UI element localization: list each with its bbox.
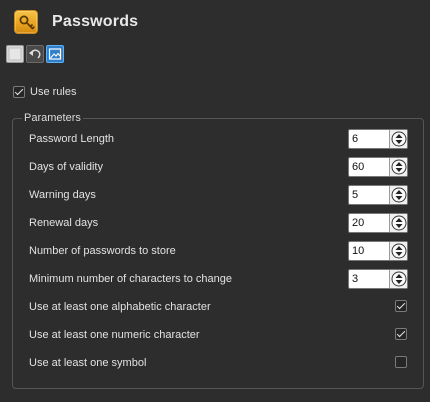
alphabetic-label: Use at least one alphabetic character <box>29 301 211 313</box>
numeric-row: Use at least one numeric character <box>29 325 419 345</box>
renewal-days-row: Renewal days 20 <box>29 213 419 233</box>
password-length-label: Password Length <box>29 133 114 145</box>
use-rules-checkbox-row[interactable]: Use rules <box>13 86 76 98</box>
renewal-days-value[interactable]: 20 <box>352 217 364 229</box>
spin-arrows-icon[interactable] <box>389 130 407 148</box>
spin-arrows-icon[interactable] <box>389 242 407 260</box>
parameters-group: Parameters Password Length 6 Days of val… <box>12 112 424 389</box>
toolbar <box>6 45 64 65</box>
parameters-group-title: Parameters <box>22 112 83 124</box>
days-of-validity-label: Days of validity <box>29 161 103 173</box>
spin-arrows-icon[interactable] <box>389 158 407 176</box>
warning-days-value[interactable]: 5 <box>352 189 358 201</box>
passwords-to-store-spinner[interactable]: 10 <box>348 241 408 261</box>
password-length-spinner[interactable]: 6 <box>348 129 408 149</box>
image-icon <box>48 48 62 60</box>
passwords-to-store-value[interactable]: 10 <box>352 245 364 257</box>
spin-arrows-icon[interactable] <box>389 270 407 288</box>
days-of-validity-row: Days of validity 60 <box>29 157 419 177</box>
blank-square-icon <box>8 47 22 61</box>
min-chars-to-change-row: Minimum number of characters to change 3 <box>29 269 419 289</box>
numeric-checkbox[interactable] <box>395 328 407 340</box>
panel-header: Passwords <box>0 0 430 44</box>
days-of-validity-value[interactable]: 60 <box>352 161 364 173</box>
spin-arrows-icon[interactable] <box>389 186 407 204</box>
passwords-to-store-row: Number of passwords to store 10 <box>29 241 419 261</box>
image-button[interactable] <box>46 45 64 63</box>
warning-days-spinner[interactable]: 5 <box>348 185 408 205</box>
undo-button[interactable] <box>26 45 44 63</box>
symbol-row: Use at least one symbol <box>29 353 419 373</box>
symbol-checkbox[interactable] <box>395 356 407 368</box>
blank-button[interactable] <box>6 45 24 63</box>
use-rules-checkbox[interactable] <box>13 86 25 98</box>
alphabetic-checkbox[interactable] <box>395 300 407 312</box>
min-chars-to-change-spinner[interactable]: 3 <box>348 269 408 289</box>
warning-days-row: Warning days 5 <box>29 185 419 205</box>
use-rules-label: Use rules <box>30 86 77 98</box>
min-chars-to-change-value[interactable]: 3 <box>352 273 358 285</box>
days-of-validity-spinner[interactable]: 60 <box>348 157 408 177</box>
key-icon <box>14 10 38 34</box>
password-length-row: Password Length 6 <box>29 129 419 149</box>
password-length-value[interactable]: 6 <box>352 133 358 145</box>
page-title: Passwords <box>52 13 139 30</box>
renewal-days-spinner[interactable]: 20 <box>348 213 408 233</box>
warning-days-label: Warning days <box>29 189 96 201</box>
passwords-to-store-label: Number of passwords to store <box>29 245 176 257</box>
numeric-label: Use at least one numeric character <box>29 329 200 341</box>
passwords-panel: Passwords Use rules Parameters Password … <box>0 0 430 402</box>
alphabetic-row: Use at least one alphabetic character <box>29 297 419 317</box>
symbol-label: Use at least one symbol <box>29 357 147 369</box>
spin-arrows-icon[interactable] <box>389 214 407 232</box>
renewal-days-label: Renewal days <box>29 217 99 229</box>
min-chars-to-change-label: Minimum number of characters to change <box>29 273 232 285</box>
undo-icon <box>29 49 41 59</box>
